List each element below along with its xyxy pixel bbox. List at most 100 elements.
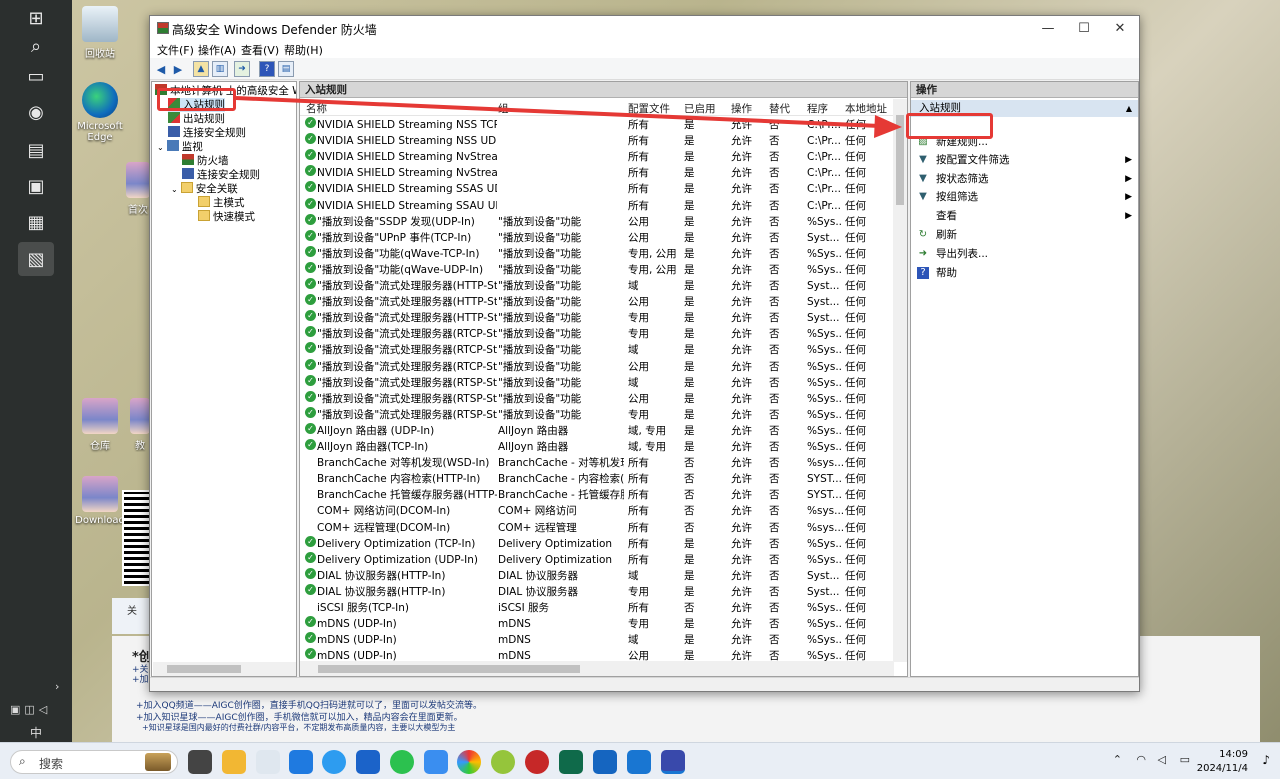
column-profile[interactable]: 配置文件 — [628, 101, 670, 116]
rule-row[interactable]: ✓ "播放到设备"SSDP 发现(UDP-In) "播放到设备"功能 公用 是 允许 否 %S… — [300, 213, 894, 230]
rule-row[interactable]: COM+ 网络访问(DCOM-In) COM+ 网络访问 所有 否 允许 否 %sys...… — [300, 503, 894, 519]
rule-row[interactable]: ✓ "播放到设备"UPnP 事件(TCP-In) "播放到设备"功能 公用 是 允许 否 Sy… — [300, 229, 894, 246]
action-item[interactable]: ▼ 按状态筛选 ▶ — [911, 170, 1138, 188]
rule-row[interactable]: ✓ DIAL 协议服务器(HTTP-In) DIAL 协议服务器 域 是 允许 否 Syst.… — [300, 567, 894, 584]
title-bar[interactable]: 高级安全 Windows Defender 防火墙 — ☐ ✕ — [150, 16, 1139, 40]
close-button[interactable]: ✕ — [1103, 16, 1137, 40]
firewall-taskbar-icon[interactable] — [661, 750, 685, 774]
column-program[interactable]: 程序 — [807, 101, 828, 116]
rule-row[interactable]: ✓ mDNS (UDP-In) mDNS 域 是 允许 否 %Sys... 任何 — [300, 632, 894, 648]
rule-row[interactable]: ✓NVIDIA SHIELD Streaming SSAU UDP E... 所有… — [300, 197, 894, 214]
app-icon[interactable] — [593, 750, 617, 774]
scrollbar-thumb[interactable] — [318, 665, 580, 673]
file-explorer-icon[interactable]: ▤ — [22, 136, 50, 164]
column-local-address[interactable]: 本地地址 — [845, 101, 887, 116]
show-hide-action-pane-icon[interactable]: ▤ — [278, 61, 294, 77]
column-override[interactable]: 替代 — [769, 101, 790, 116]
rule-row[interactable]: ✓ AllJoyn 路由器 (UDP-In) AllJoyn 路由器 域, 专用 是 允许… — [300, 422, 894, 439]
clock[interactable]: 14:09 2024/11/4 — [1197, 748, 1248, 776]
wechat-icon[interactable] — [390, 750, 414, 774]
scrollbar-thumb[interactable] — [167, 665, 241, 673]
app-icon[interactable] — [525, 750, 549, 774]
list-horizontal-scrollbar[interactable] — [300, 661, 894, 676]
up-folder-icon[interactable]: ▲ — [193, 61, 209, 77]
rule-row[interactable]: ✓NVIDIA SHIELD Streaming NvStreamer ... 所… — [300, 149, 894, 165]
rule-row[interactable]: iSCSI 服务(TCP-In) iSCSI 服务 所有 否 允许 否 %Sys... 任何 — [300, 600, 894, 616]
rule-row[interactable]: ✓ mDNS (UDP-In) mDNS 专用 是 允许 否 %Sys... 任何 — [300, 616, 894, 632]
search-icon[interactable]: ⌕ — [22, 32, 50, 60]
mail-icon[interactable] — [356, 750, 380, 774]
rule-row[interactable]: ✓"播放到设备"流式处理服务器(RTSP-Stre..."播放到设备"功能 公用 是… — [300, 390, 894, 407]
rule-row[interactable]: COM+ 远程管理(DCOM-In) COM+ 远程管理 所有 否 允许 否 %sys...… — [300, 520, 894, 536]
rule-row[interactable]: ✓ DIAL 协议服务器(HTTP-In) DIAL 协议服务器 专用 是 允许 否 Syst… — [300, 583, 894, 600]
rule-row[interactable]: ✓ mDNS (UDP-In) mDNS 公用 是 允许 否 %Sys... 任何 — [300, 648, 894, 662]
rule-row[interactable]: ✓"播放到设备"流式处理服务器(RTCP-Stre..."播放到设备"功能 专用 是… — [300, 326, 894, 342]
desktop-icon-teach[interactable]: 教 — [130, 398, 150, 452]
tree-item-main-mode[interactable]: 主模式 — [198, 196, 245, 210]
app-icon[interactable] — [289, 750, 313, 774]
app-icon[interactable] — [627, 750, 651, 774]
tree-horizontal-scrollbar[interactable] — [153, 662, 296, 676]
chat-icon[interactable] — [322, 750, 346, 774]
rule-row[interactable]: ✓NVIDIA SHIELD Streaming SSAS UDP E... 所有… — [300, 181, 894, 197]
show-hide-tree-icon[interactable]: ▥ — [212, 61, 228, 77]
column-action[interactable]: 操作 — [731, 101, 752, 116]
action-item[interactable]: ▼ 按组筛选 ▶ — [911, 188, 1138, 206]
taskbar-search[interactable]: ⌕ 搜索 — [10, 750, 178, 774]
list-vertical-scrollbar[interactable] — [893, 99, 907, 662]
menu-help[interactable]: 帮助(H) — [284, 42, 323, 58]
forward-icon[interactable]: ▶ — [170, 61, 186, 77]
tree-item-quick-mode[interactable]: 快速模式 — [198, 210, 255, 224]
action-item[interactable]: ? 帮助 — [911, 264, 1138, 282]
app-icon[interactable] — [424, 750, 448, 774]
chrome-icon[interactable] — [457, 750, 481, 774]
rule-row[interactable]: ✓NVIDIA SHIELD Streaming NSS UDP Ex... 所有… — [300, 133, 894, 149]
menu-action[interactable]: 操作(A) — [198, 42, 236, 58]
edge-icon[interactable]: ◉ — [22, 98, 50, 126]
nvidia-icon[interactable]: ▣ — [22, 172, 50, 200]
rule-row[interactable]: ✓NVIDIA SHIELD Streaming NSS TCP Exc... 所… — [300, 117, 894, 133]
file-explorer-icon[interactable] — [222, 750, 246, 774]
app-icon[interactable] — [491, 750, 515, 774]
rule-row[interactable]: BranchCache 内容检索(HTTP-In) BranchCache - 内… — [300, 471, 894, 487]
action-item[interactable]: 查看 ▶ — [911, 207, 1138, 225]
task-view-icon[interactable]: ▭ — [22, 62, 50, 90]
chevron-right-icon[interactable]: › — [10, 680, 65, 693]
input-method-indicator[interactable]: 中 — [10, 724, 65, 741]
rule-row[interactable]: BranchCache 托管缓存服务器(HTTP-In) BranchCache … — [300, 487, 894, 503]
rule-row[interactable]: BranchCache 对等机发现(WSD-In) BranchCache - 对… — [300, 455, 894, 471]
remote-desktop-icon[interactable]: ▦ — [22, 208, 50, 236]
column-name[interactable]: 名称 — [306, 101, 327, 116]
task-view-icon[interactable] — [188, 750, 212, 774]
collapse-icon[interactable]: ⌄ — [171, 185, 178, 194]
tree-item-monitor-connection-security[interactable]: 连接安全规则 — [182, 168, 260, 182]
export-icon[interactable]: ➜ — [234, 61, 250, 77]
action-item[interactable]: ➜ 导出列表... — [911, 245, 1138, 263]
collapse-icon[interactable]: ▲ — [1126, 100, 1132, 117]
desktop-icon-first[interactable]: 首次 — [126, 162, 150, 216]
action-item[interactable]: ↻ 刷新 — [911, 226, 1138, 244]
firewall-app-icon[interactable]: ▧ — [18, 242, 54, 276]
desktop-icon-recycle-bin[interactable]: 回收站 — [71, 6, 129, 60]
app-icon[interactable] — [559, 750, 583, 774]
rule-row[interactable]: ✓ "播放到设备"功能(qWave-TCP-In) "播放到设备"功能 专用, 公用是… — [300, 245, 894, 262]
column-enabled[interactable]: 已启用 — [684, 101, 716, 116]
desktop-icon-download[interactable]: Download — [71, 476, 129, 526]
volume-icon[interactable]: ◁ — [1158, 753, 1166, 766]
rule-row[interactable]: ✓"播放到设备"流式处理服务器(RTCP-Stre..."播放到设备"功能 域 是 允… — [300, 342, 894, 358]
scrollbar-thumb[interactable] — [896, 115, 904, 205]
back-icon[interactable]: ◀ — [153, 61, 169, 77]
windows-start-icon[interactable]: ⊞ — [22, 4, 50, 32]
help-icon[interactable]: ? — [259, 61, 275, 77]
rule-row[interactable]: ✓ Delivery Optimization (TCP-In) Delivery … — [300, 535, 894, 552]
action-item[interactable]: ▼ 按配置文件筛选 ▶ — [911, 151, 1138, 169]
tree-item-monitoring[interactable]: ⌄ 监视 — [157, 140, 203, 154]
minimize-button[interactable]: — — [1031, 16, 1065, 40]
battery-icon[interactable]: ▭ — [1180, 753, 1190, 766]
rule-row[interactable]: ✓NVIDIA SHIELD Streaming NvStreamer ... 所… — [300, 165, 894, 181]
tree-item-connection-security-rules[interactable]: 连接安全规则 — [168, 126, 246, 140]
menu-view[interactable]: 查看(V) — [241, 42, 279, 58]
rule-row[interactable]: ✓"播放到设备"流式处理服务器(RTCP-Stre..."播放到设备"功能 公用 是… — [300, 358, 894, 375]
chevron-up-icon[interactable]: ⌃ — [1113, 753, 1122, 766]
tree-item-firewall[interactable]: 防火墙 — [182, 154, 229, 168]
